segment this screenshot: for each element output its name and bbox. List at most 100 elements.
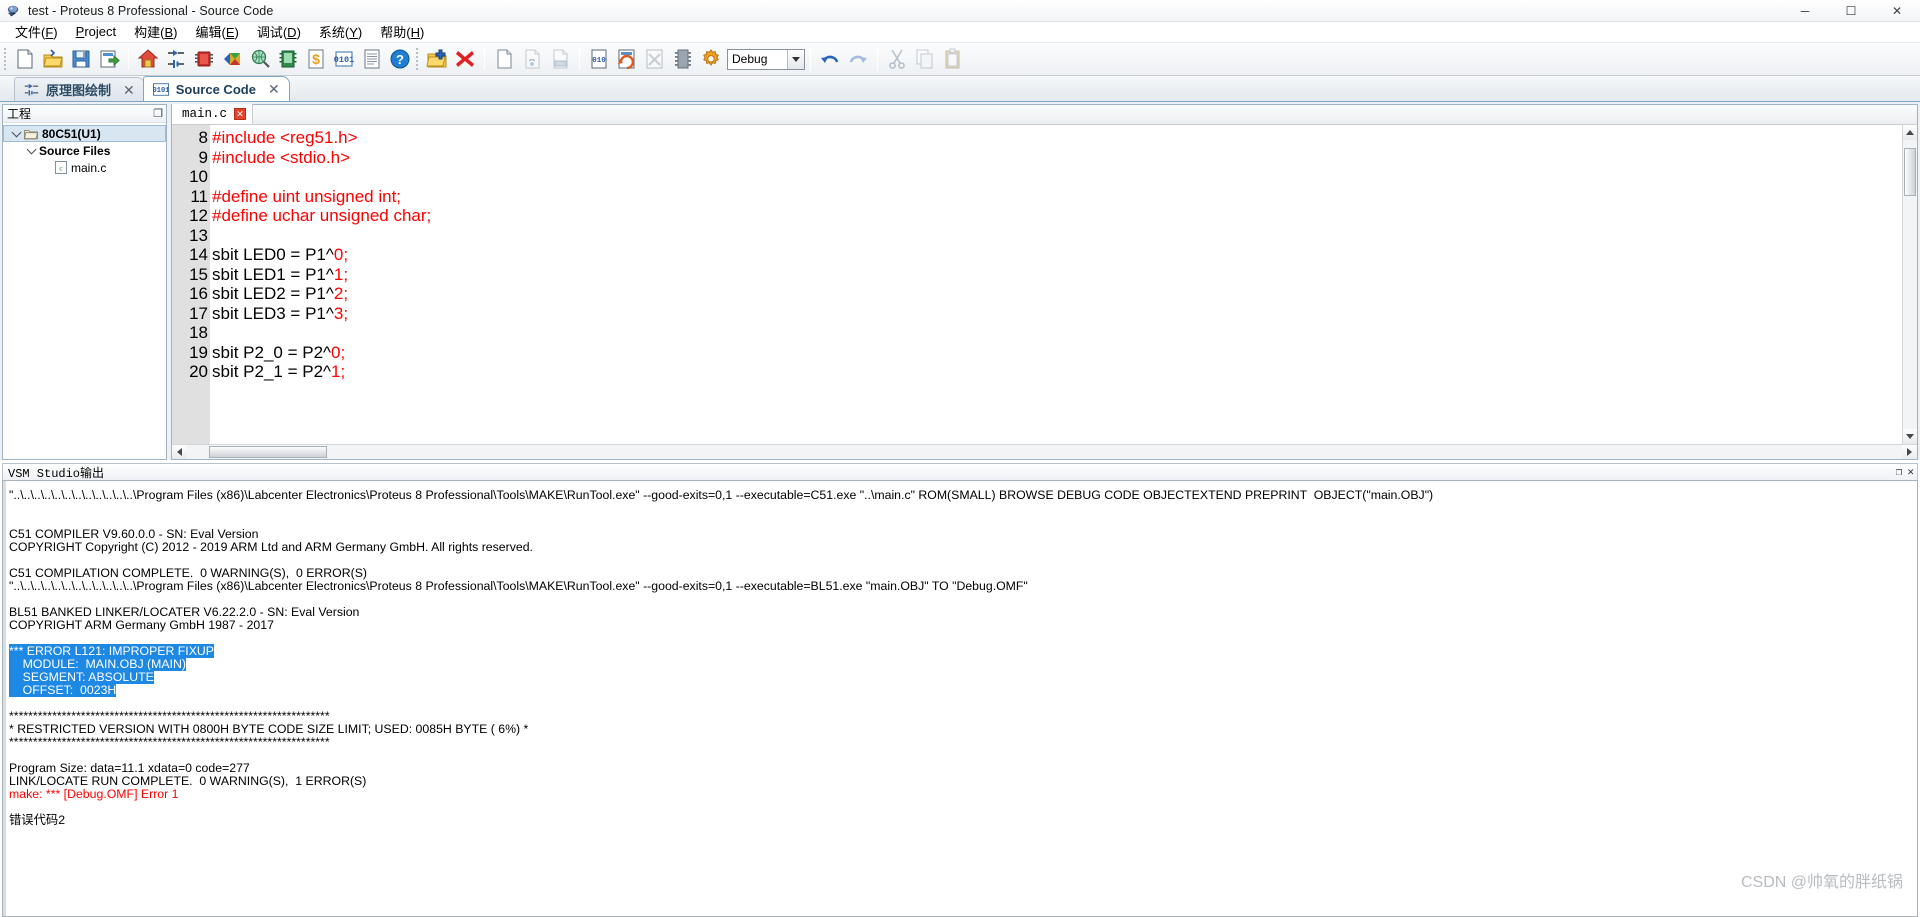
design-explorer-icon[interactable] [246, 45, 274, 73]
tree-item-source-files[interactable]: Source Files [3, 142, 166, 159]
output-panel-body[interactable]: "..\..\..\..\..\..\..\..\..\..\..\..\Pro… [2, 480, 1918, 917]
code-line[interactable] [212, 226, 1902, 246]
output-log-lines[interactable]: "..\..\..\..\..\..\..\..\..\..\..\..\Pro… [3, 481, 1917, 916]
menu-item-help[interactable]: 帮助(H) [371, 21, 433, 43]
output-line[interactable] [9, 515, 1917, 528]
expand-chevron-icon[interactable] [8, 127, 24, 137]
output-line[interactable]: COPYRIGHT ARM Germany GmbH 1987 - 2017 [9, 619, 1917, 632]
output-line[interactable]: "..\..\..\..\..\..\..\..\..\..\..\..\Pro… [9, 580, 1917, 593]
cut-icon[interactable] [883, 45, 911, 73]
new-project-icon[interactable] [11, 45, 39, 73]
output-line[interactable]: BL51 BANKED LINKER/LOCATER V6.22.2.0 - S… [9, 606, 1917, 619]
tab-source-code[interactable]: 0101 Source Code ✕ [142, 76, 290, 101]
tab-schematic-close-icon[interactable]: ✕ [123, 83, 135, 97]
output-close-icon[interactable]: ✕ [1907, 465, 1914, 479]
editor-horizontal-scrollbar[interactable] [172, 444, 1917, 459]
expand-chevron-icon-2[interactable] [23, 144, 39, 154]
menu-item-build[interactable]: 构建(B) [125, 21, 186, 43]
horizontal-scroll-track[interactable] [187, 445, 1902, 459]
close-button[interactable]: ✕ [1874, 0, 1920, 22]
clean-icon[interactable] [641, 45, 669, 73]
code-scroll-area[interactable]: 8 9 10 11 12 13 14 15 16 17 18 19 20 #include <reg51… [172, 125, 1902, 444]
code-text-area[interactable]: #include <reg51.h> #include <stdio.h> #de… [210, 125, 1902, 444]
source-code-icon[interactable]: 0101 [330, 45, 358, 73]
maximize-button[interactable]: ☐ [1828, 0, 1874, 22]
tree-item-main-c[interactable]: c main.c [3, 159, 166, 176]
output-line[interactable] [9, 632, 1917, 645]
panel-float-icon[interactable]: ❐ [153, 107, 163, 120]
rebuild-icon[interactable] [613, 45, 641, 73]
output-line-highlighted[interactable]: *** ERROR L121: IMPROPER FIXUP [9, 644, 1917, 658]
3d-viewer-icon[interactable] [218, 45, 246, 73]
copy-icon[interactable] [911, 45, 939, 73]
document-tab-main-c[interactable]: main.c ✕ [172, 104, 254, 124]
output-line[interactable] [9, 801, 1917, 814]
code-line[interactable]: #define uchar unsigned char; [212, 206, 1902, 226]
horizontal-scroll-thumb[interactable] [209, 446, 327, 458]
output-line-highlighted[interactable]: OFFSET: 0023H [9, 683, 1917, 697]
project-settings-icon[interactable]: 010 [585, 45, 613, 73]
output-line-highlighted[interactable]: MODULE: MAIN.OBJ (MAIN) [9, 657, 1917, 671]
menu-item-edit[interactable]: 编辑(E) [186, 21, 247, 43]
save-project-icon[interactable] [67, 45, 95, 73]
build-configuration-select[interactable]: Debug [727, 48, 805, 70]
pcb-layout-icon[interactable] [190, 45, 218, 73]
scroll-right-button[interactable] [1902, 445, 1917, 459]
menu-item-file[interactable]: 文件(F) [6, 21, 67, 43]
output-line[interactable]: LINK/LOCATE RUN COMPLETE. 0 WARNING(S), … [9, 775, 1917, 788]
chevron-down-icon[interactable] [787, 49, 804, 69]
code-line[interactable]: #include <reg51.h> [212, 128, 1902, 148]
open-file-icon[interactable] [518, 45, 546, 73]
output-line[interactable] [9, 749, 1917, 762]
print-file-icon[interactable] [546, 45, 574, 73]
new-file-icon[interactable] [490, 45, 518, 73]
scroll-left-button[interactable] [172, 445, 187, 459]
bill-of-materials-icon[interactable] [274, 45, 302, 73]
home-icon[interactable] [134, 45, 162, 73]
toolbar-grip-2[interactable] [416, 48, 420, 70]
code-line[interactable] [212, 323, 1902, 343]
code-line[interactable]: sbit LED2 = P1^2; [212, 284, 1902, 304]
chip-icon[interactable] [669, 45, 697, 73]
code-line[interactable] [212, 167, 1902, 187]
code-line[interactable]: sbit LED3 = P1^3; [212, 304, 1902, 324]
output-line[interactable]: 错误代码2 [9, 814, 1917, 827]
redo-icon[interactable] [844, 45, 872, 73]
output-line-error[interactable]: make: *** [Debug.OMF] Error 1 [9, 788, 1917, 801]
menu-item-debug[interactable]: 调试(D) [248, 21, 310, 43]
scroll-up-button[interactable] [1903, 125, 1917, 140]
report-icon[interactable] [358, 45, 386, 73]
minimize-button[interactable]: ─ [1782, 0, 1828, 22]
output-line[interactable]: COPYRIGHT Copyright (C) 2012 - 2019 ARM … [9, 541, 1917, 554]
output-line[interactable] [9, 502, 1917, 515]
code-line[interactable]: #include <stdio.h> [212, 148, 1902, 168]
code-line[interactable]: sbit LED1 = P1^1; [212, 265, 1902, 285]
editor-vertical-scrollbar[interactable] [1902, 125, 1917, 444]
remove-files-icon[interactable] [451, 45, 479, 73]
toolbar-grip[interactable] [4, 48, 8, 70]
bom-cost-icon[interactable]: $ [302, 45, 330, 73]
import-project-icon[interactable] [95, 45, 123, 73]
menu-item-system[interactable]: 系统(Y) [310, 21, 371, 43]
document-tab-close-icon[interactable]: ✕ [234, 108, 247, 120]
code-line[interactable]: sbit P2_1 = P2^1; [212, 362, 1902, 382]
add-files-icon[interactable] [423, 45, 451, 73]
tab-schematic-capture[interactable]: 原理图绘制 ✕ [14, 77, 145, 101]
gear-icon[interactable] [697, 45, 725, 73]
output-line[interactable]: ****************************************… [9, 736, 1917, 749]
vertical-scroll-thumb[interactable] [1904, 148, 1916, 196]
code-line[interactable]: #define uint unsigned int; [212, 187, 1902, 207]
code-line[interactable]: sbit P2_0 = P2^0; [212, 343, 1902, 363]
code-line[interactable]: sbit LED0 = P1^0; [212, 245, 1902, 265]
help-icon[interactable]: ? [386, 45, 414, 73]
output-float-icon[interactable]: ❐ [1896, 465, 1903, 479]
scroll-down-button[interactable] [1903, 429, 1917, 444]
tree-item-80c51-u1[interactable]: 80C51(U1) [3, 125, 166, 142]
open-project-icon[interactable] [39, 45, 67, 73]
menu-item-project[interactable]: Project [67, 23, 125, 41]
vertical-scroll-track[interactable] [1903, 140, 1917, 429]
undo-icon[interactable] [816, 45, 844, 73]
paste-icon[interactable] [939, 45, 967, 73]
output-line-highlighted[interactable]: SEGMENT: ABSOLUTE [9, 670, 1917, 684]
schematic-capture-icon[interactable] [162, 45, 190, 73]
